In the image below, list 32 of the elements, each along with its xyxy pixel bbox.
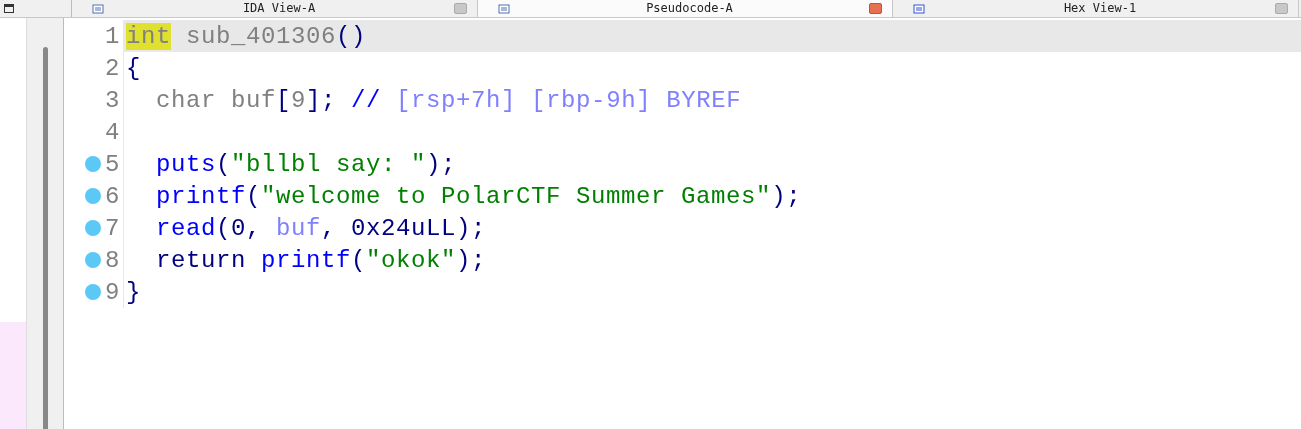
line-number: 3 — [105, 86, 120, 114]
code-line: read(0, buf, 0x24uLL); — [155, 213, 488, 244]
tab[interactable]: Hex View-1 — [893, 0, 1299, 17]
code-line: return printf("okok"); — [155, 245, 488, 276]
document-icon — [498, 3, 510, 14]
breakpoint-icon[interactable] — [85, 220, 101, 236]
breakpoint-icon[interactable] — [85, 188, 101, 204]
code-line: { — [125, 53, 142, 84]
breakpoint-icon[interactable] — [85, 252, 101, 268]
window-icon[interactable] — [4, 4, 14, 13]
tab[interactable]: Pseudocode-A — [478, 0, 893, 17]
code-line: printf("welcome to PolarCTF Summer Games"); — [155, 181, 803, 212]
breakpoint-icon[interactable] — [85, 284, 101, 300]
code-line: } — [125, 277, 142, 308]
line-number: 4 — [105, 118, 120, 146]
line-number: 6 — [105, 182, 120, 210]
line-number: 7 — [105, 214, 120, 242]
document-icon — [92, 3, 104, 14]
close-icon[interactable] — [454, 3, 467, 14]
scrollbar[interactable] — [42, 47, 48, 429]
line-number: 9 — [105, 278, 120, 306]
document-icon — [913, 3, 925, 14]
close-icon[interactable] — [869, 3, 882, 14]
line-number: 1 — [105, 22, 120, 50]
breakpoint-icon[interactable] — [85, 156, 101, 172]
tab[interactable]: IDA View-A — [72, 0, 478, 17]
line-number: 8 — [105, 246, 120, 274]
line-number: 2 — [105, 54, 120, 82]
code-line: char buf[9]; // [rsp+7h] [rbp-9h] BYREF — [155, 85, 743, 116]
code-line: puts("bllbl say: "); — [155, 149, 458, 180]
line-number: 5 — [105, 150, 120, 178]
close-icon[interactable] — [1275, 3, 1288, 14]
